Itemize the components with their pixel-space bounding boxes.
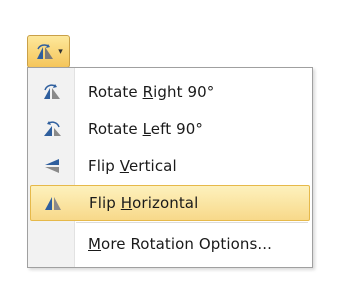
menu-item-label: Rotate Right 90° xyxy=(88,83,215,101)
menu-separator xyxy=(76,222,308,223)
menu-item-more-rotation-options[interactable]: More Rotation Options... xyxy=(30,226,310,262)
menu-item-rotate-left[interactable]: Rotate Left 90° xyxy=(30,111,310,147)
rotate-objects-icon xyxy=(37,43,54,59)
menu-item-label: More Rotation Options... xyxy=(88,235,273,253)
menu-item-flip-vertical[interactable]: Flip Vertical xyxy=(30,148,310,184)
menu-item-label: Flip Vertical xyxy=(88,157,177,175)
menu-item-label: Rotate Left 90° xyxy=(88,120,203,138)
caret-down-icon: ▾ xyxy=(58,46,63,57)
menu-item-rotate-right[interactable]: Rotate Right 90° xyxy=(30,74,310,110)
menu-item-flip-horizontal[interactable]: Flip Horizontal xyxy=(30,185,310,221)
rotate-left-icon xyxy=(30,120,74,138)
menu-item-label: Flip Horizontal xyxy=(89,194,199,212)
rotate-right-icon xyxy=(30,83,74,101)
rotate-menu: Rotate Right 90° Rotate Left 90° Flip Ve… xyxy=(27,67,313,268)
flip-vertical-icon xyxy=(30,157,74,175)
rotate-dropdown-button[interactable]: ▾ xyxy=(27,35,70,68)
flip-horizontal-icon xyxy=(31,194,75,212)
